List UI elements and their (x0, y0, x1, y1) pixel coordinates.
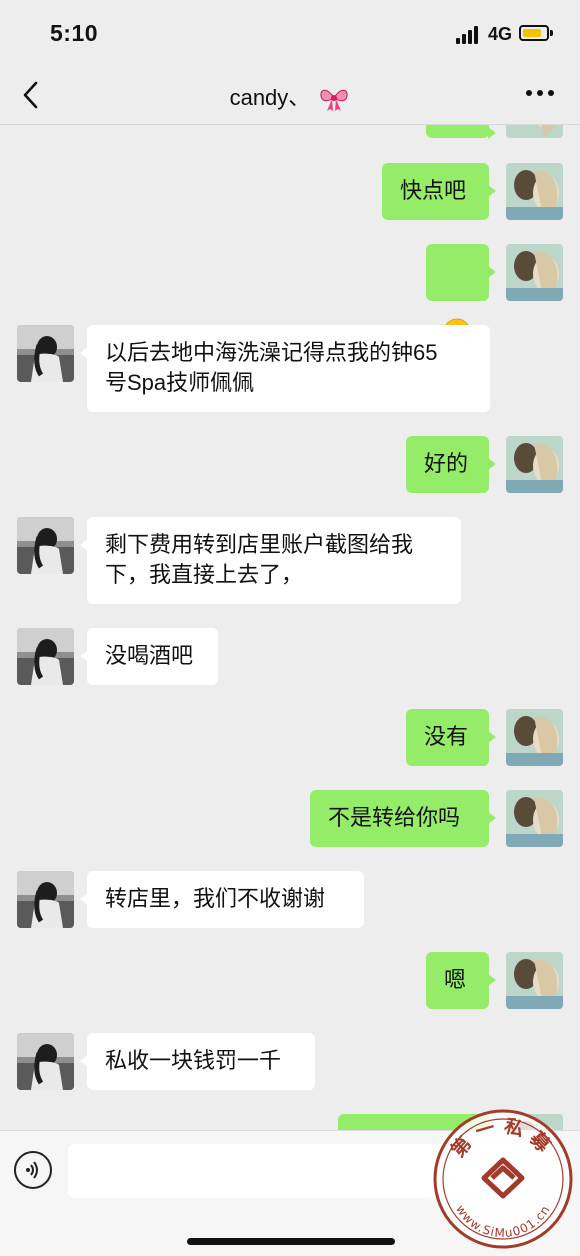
contact-avatar[interactable] (17, 325, 74, 382)
voice-icon (26, 1161, 38, 1179)
contact-avatar[interactable] (17, 517, 74, 574)
message-bubble[interactable]: 嗯 (426, 952, 496, 1009)
message-bubble[interactable]: 以后去地中海洗澡记得点我的钟65 号Spa技师佩佩 (80, 325, 490, 412)
contact-avatar[interactable] (17, 1033, 74, 1090)
message-bubble[interactable]: 私收一块钱罚一千 (80, 1033, 315, 1090)
message-bubble[interactable]: 剩下费用转到店里账户截图给我 下，我直接上去了， (80, 517, 461, 604)
message-list[interactable]: 快点吧 以后去地中海洗澡记得点我的钟65 号Spa技师佩佩 好的 剩下费用转到店… (0, 125, 580, 1130)
message-bubble[interactable]: 好的 (406, 436, 496, 493)
contact-avatar[interactable] (17, 871, 74, 928)
avatar-image (17, 1033, 74, 1090)
status-time: 5:10 (50, 20, 99, 46)
message-bubble[interactable] (426, 244, 496, 346)
avatar-image (506, 163, 563, 220)
avatar-image (506, 790, 563, 847)
message-bubble[interactable] (426, 125, 496, 139)
network-type: 4G (488, 24, 513, 44)
my-avatar[interactable] (506, 709, 563, 766)
chat-header: candy、 (0, 68, 580, 125)
my-avatar[interactable] (506, 952, 563, 1009)
status-bar: 5:10 4G (0, 0, 580, 68)
avatar-image (506, 952, 563, 1009)
message-bubble[interactable]: 没喝酒吧 (80, 628, 218, 685)
avatar-image (17, 325, 74, 382)
my-avatar[interactable] (506, 244, 563, 301)
home-indicator (187, 1238, 395, 1245)
voice-button[interactable] (14, 1151, 52, 1189)
ribbon-bow-icon (320, 89, 348, 112)
my-avatar[interactable] (506, 125, 563, 138)
avatar-image (506, 125, 563, 138)
more-button[interactable] (526, 90, 556, 98)
message-bubble[interactable]: 不是转给你吗 (310, 790, 496, 847)
message-bubble[interactable]: 没有 (406, 709, 496, 766)
avatar-image (506, 436, 563, 493)
contact-name: candy、 (229, 85, 311, 110)
avatar-image (17, 628, 74, 685)
my-avatar[interactable] (506, 163, 563, 220)
avatar-image (506, 709, 563, 766)
my-avatar[interactable] (506, 790, 563, 847)
avatar-image (17, 871, 74, 928)
avatar-image (17, 517, 74, 574)
chat-title: candy、 (0, 80, 580, 112)
contact-avatar[interactable] (17, 628, 74, 685)
watermark-stamp: 第一私募 www.SiMu001.cn (433, 1109, 573, 1249)
battery-icon (519, 25, 549, 41)
message-bubble[interactable]: 转店里，我们不收谢谢 (80, 871, 364, 928)
signal-icon (456, 24, 482, 44)
my-avatar[interactable] (506, 436, 563, 493)
avatar-image (506, 244, 563, 301)
message-bubble[interactable]: 快点吧 (382, 163, 496, 220)
